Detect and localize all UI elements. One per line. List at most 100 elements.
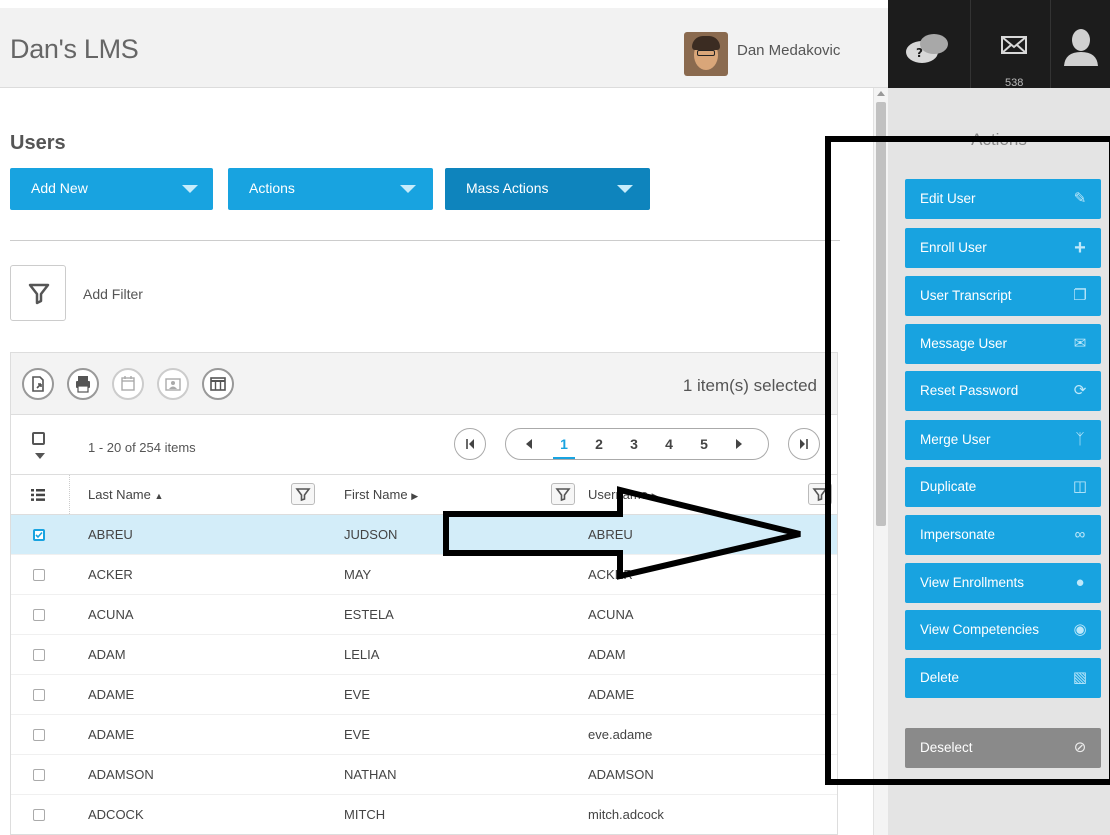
print-button[interactable] xyxy=(67,368,99,400)
view-competencies-button[interactable]: View Competencies ◉ xyxy=(905,610,1101,650)
first-page-button[interactable] xyxy=(454,428,486,460)
page-5-button[interactable]: 5 xyxy=(693,429,715,459)
row-checkbox[interactable] xyxy=(33,569,45,581)
cell-username: ACKER xyxy=(588,567,633,582)
action-label: Enroll User xyxy=(920,240,987,255)
export-button[interactable] xyxy=(22,368,54,400)
table-row[interactable]: ADAME EVE ADAME xyxy=(11,675,837,715)
delete-button[interactable]: Delete ▧ xyxy=(905,658,1101,698)
table-row[interactable]: ADAMSON NATHAN ADAMSON xyxy=(11,755,837,795)
column-last-name[interactable]: Last Name ▲ xyxy=(88,487,163,502)
row-checkbox[interactable] xyxy=(33,529,45,541)
grid-toolbar: 1 item(s) selected xyxy=(11,353,837,415)
actions-button[interactable]: Actions xyxy=(228,168,433,210)
scroll-up-arrow-icon[interactable] xyxy=(877,91,885,96)
cell-username: ABREU xyxy=(588,527,633,542)
mass-actions-label: Mass Actions xyxy=(466,180,549,196)
filter-icon xyxy=(555,488,571,502)
scrollbar[interactable] xyxy=(873,88,888,835)
page-1-button[interactable]: 1 xyxy=(553,429,575,459)
username-filter-button[interactable] xyxy=(808,483,832,505)
action-label: View Competencies xyxy=(920,622,1040,637)
actions-panel: Actions Edit User ✎ Enroll User + User T… xyxy=(888,88,1110,835)
user-transcript-button[interactable]: User Transcript ❐ xyxy=(905,276,1101,316)
row-checkbox[interactable] xyxy=(33,809,45,821)
table-row[interactable]: ACUNA ESTELA ACUNA xyxy=(11,595,837,635)
select-all-checkbox[interactable] xyxy=(32,432,45,445)
cell-last-name: ADAME xyxy=(88,727,135,742)
add-filter-button[interactable] xyxy=(10,265,66,321)
message-user-button[interactable]: Message User ✉ xyxy=(905,324,1101,364)
action-label: Impersonate xyxy=(920,527,996,542)
divider xyxy=(10,240,840,241)
mass-actions-button[interactable]: Mass Actions xyxy=(445,168,650,210)
avatar[interactable] xyxy=(684,32,728,76)
page-2-button[interactable]: 2 xyxy=(588,429,610,459)
list-icon[interactable] xyxy=(31,488,45,502)
mail-button[interactable]: 538 xyxy=(971,0,1051,89)
table-row[interactable]: ADCOCK MITCH mitch.adcock xyxy=(11,795,837,834)
cell-first-name: MITCH xyxy=(344,807,386,822)
chevron-down-icon[interactable] xyxy=(35,453,45,459)
table-row[interactable]: ADAME EVE eve.adame xyxy=(11,715,837,755)
cell-last-name: ACUNA xyxy=(88,607,134,622)
column-last-name-label: Last Name xyxy=(88,487,151,502)
first-name-filter-button[interactable] xyxy=(551,483,575,505)
column-username[interactable]: Username ▶ xyxy=(588,487,659,502)
columns-icon xyxy=(210,377,226,391)
chevron-down-icon xyxy=(182,185,198,193)
row-checkbox[interactable] xyxy=(33,729,45,741)
selected-count: 1 item(s) selected xyxy=(682,376,817,395)
prev-page-button[interactable] xyxy=(518,429,540,459)
help-chat-button[interactable]: ? xyxy=(888,0,971,88)
column-first-name[interactable]: First Name ▶ xyxy=(344,487,418,502)
cell-username: ADAM xyxy=(588,647,626,662)
mask-icon: ∞ xyxy=(1074,526,1086,543)
chevron-down-icon xyxy=(400,185,416,193)
table-row[interactable]: ACKER MAY ACKER xyxy=(11,555,837,595)
table-row[interactable]: ADAM LELIA ADAM xyxy=(11,635,837,675)
action-label: User Transcript xyxy=(920,288,1012,303)
profile-button[interactable] xyxy=(1051,0,1110,88)
prev-page-icon xyxy=(526,439,532,449)
row-checkbox[interactable] xyxy=(33,689,45,701)
filter-icon xyxy=(295,488,311,502)
deselect-label: Deselect xyxy=(920,740,973,755)
merge-user-button[interactable]: Merge User ᛉ xyxy=(905,420,1101,460)
edit-user-button[interactable]: Edit User ✎ xyxy=(905,179,1101,219)
svg-text:?: ? xyxy=(916,46,923,60)
reset-password-button[interactable]: Reset Password ⟳ xyxy=(905,371,1101,411)
user-name[interactable]: Dan Medakovic xyxy=(737,42,840,59)
contacts-button[interactable] xyxy=(157,368,189,400)
deselect-button[interactable]: Deselect ⊘ xyxy=(905,728,1101,768)
row-checkbox[interactable] xyxy=(33,769,45,781)
cell-first-name: ESTELA xyxy=(344,607,394,622)
row-checkbox[interactable] xyxy=(33,649,45,661)
cell-first-name: JUDSON xyxy=(344,527,398,542)
actions-label: Actions xyxy=(249,180,295,196)
view-enrollments-button[interactable]: View Enrollments ● xyxy=(905,563,1101,603)
last-page-button[interactable] xyxy=(788,428,820,460)
table-row[interactable]: ABREU JUDSON ABREU xyxy=(11,515,837,555)
last-name-filter-button[interactable] xyxy=(291,483,315,505)
add-new-button[interactable]: Add New xyxy=(10,168,213,210)
add-filter-label[interactable]: Add Filter xyxy=(83,286,143,302)
next-page-button[interactable] xyxy=(728,429,750,459)
avatar-hair xyxy=(692,36,720,50)
page-3-button[interactable]: 3 xyxy=(623,429,645,459)
calendar-button[interactable] xyxy=(112,368,144,400)
duplicate-button[interactable]: Duplicate ◫ xyxy=(905,467,1101,507)
last-page-icon xyxy=(800,439,808,449)
table-header: Last Name ▲ First Name ▶ Username ▶ xyxy=(11,475,837,515)
row-checkbox[interactable] xyxy=(33,609,45,621)
topbar-icons: ? 538 xyxy=(888,0,1110,89)
action-label: Edit User xyxy=(920,191,976,206)
columns-button[interactable] xyxy=(202,368,234,400)
app-title[interactable]: Dan's LMS xyxy=(10,34,139,65)
impersonate-button[interactable]: Impersonate ∞ xyxy=(905,515,1101,555)
scrollbar-thumb[interactable] xyxy=(876,102,886,526)
trash-icon: ▧ xyxy=(1072,669,1088,686)
action-label: Delete xyxy=(920,670,960,685)
page-4-button[interactable]: 4 xyxy=(658,429,680,459)
enroll-user-button[interactable]: Enroll User + xyxy=(905,228,1101,268)
